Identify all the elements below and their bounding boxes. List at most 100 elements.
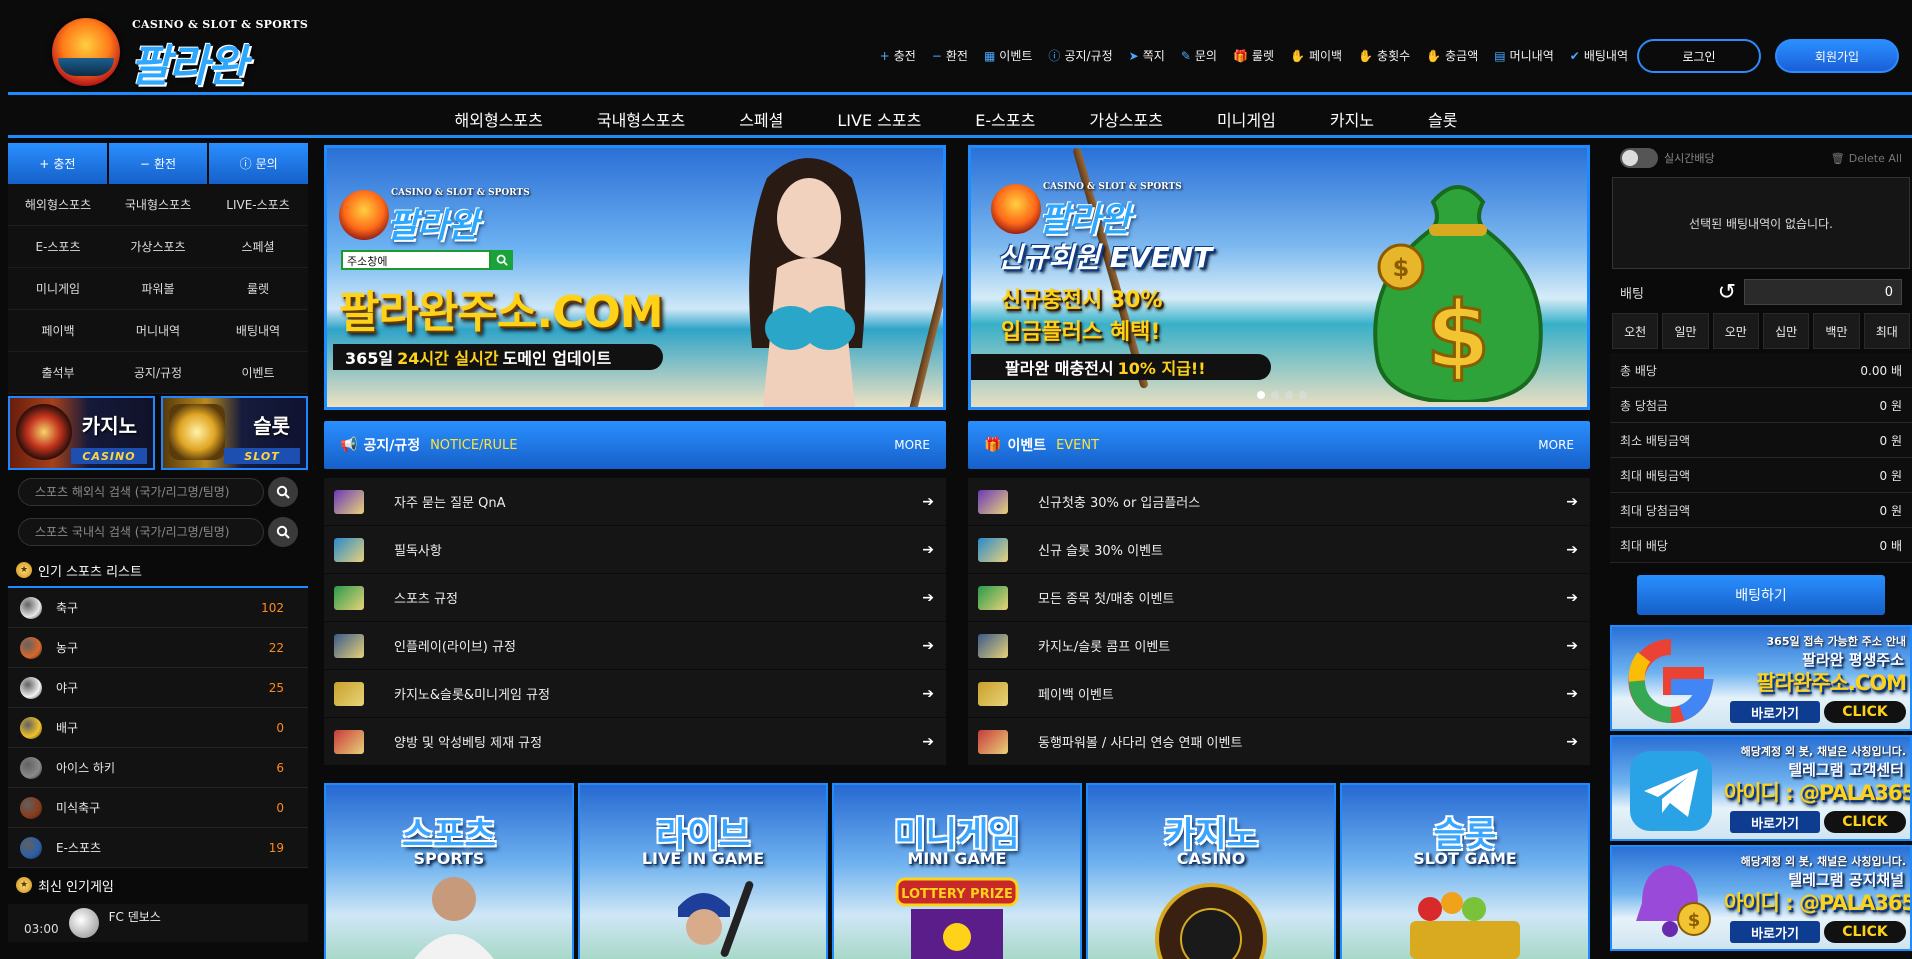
new-member-event-banner[interactable]: CASINO & SLOT & SPORTS 팔라완 신규회원 EVENT 신규…: [968, 145, 1590, 410]
promo-click-button[interactable]: CLICK: [1824, 921, 1906, 943]
quick-button[interactable]: − 환전: [108, 143, 208, 184]
carousel-dots[interactable]: [1257, 391, 1307, 399]
notice-row[interactable]: 인플레이(라이브) 규정 ➔: [324, 622, 946, 670]
reset-icon[interactable]: ↺: [1718, 280, 1736, 305]
top-nav-item[interactable]: ✋ 페이백: [1290, 47, 1342, 64]
top-nav-item[interactable]: ▤ 머니내역: [1494, 47, 1554, 64]
category-tile[interactable]: LOTTERY PRIZE 미니게임 MINI GAME: [832, 783, 1082, 959]
realtime-odds-toggle[interactable]: [1620, 148, 1658, 168]
bet-chip-button[interactable]: 백만: [1813, 313, 1860, 349]
side-menu-item[interactable]: 배팅내역: [208, 310, 308, 352]
event-row[interactable]: 페이백 이벤트 ➔: [968, 670, 1590, 718]
side-menu-item[interactable]: 국내형스포츠: [108, 184, 208, 226]
notice-row[interactable]: 카지노&슬롯&미니게임 규정 ➔: [324, 670, 946, 718]
bet-chip-button[interactable]: 오만: [1712, 313, 1759, 349]
promo-go-button[interactable]: 바로가기: [1730, 921, 1820, 943]
top-nav-item[interactable]: ✎ 문의: [1181, 47, 1217, 64]
side-menu-item[interactable]: E-스포츠: [8, 226, 108, 268]
event-row[interactable]: 신규 슬롯 30% 이벤트 ➔: [968, 526, 1590, 574]
promo-go-button[interactable]: 바로가기: [1730, 701, 1820, 723]
main-nav-item[interactable]: 카지노: [1303, 95, 1401, 135]
side-menu-item[interactable]: 페이백: [8, 310, 108, 352]
overseas-search-input[interactable]: [18, 478, 264, 506]
sport-list-item[interactable]: 축구 102: [8, 588, 308, 628]
category-tile[interactable]: 스포츠 SPORTS: [324, 783, 574, 959]
top-nav-item[interactable]: ➤ 쪽지: [1129, 47, 1165, 64]
notice-row[interactable]: 양방 및 악성베팅 제재 규정 ➔: [324, 718, 946, 766]
sport-list-item[interactable]: 미식축구 0: [8, 788, 308, 828]
promo-banner[interactable]: $ 해당계정 외 봇, 채널은 사칭입니다. 텔레그램 공지채널 아이디 : @PAL…: [1610, 845, 1912, 951]
promo-click-button[interactable]: CLICK: [1824, 811, 1906, 833]
sport-list-item[interactable]: 야구 25: [8, 668, 308, 708]
main-nav-item[interactable]: E-스포츠: [948, 95, 1062, 135]
notice-more-link[interactable]: MORE: [894, 438, 930, 452]
recent-game-row[interactable]: 03:00 FC 덴보스: [8, 904, 308, 942]
top-nav-item[interactable]: ✋ 충금액: [1426, 47, 1478, 64]
domestic-search-input[interactable]: [18, 518, 264, 546]
side-menu-item[interactable]: 가상스포츠: [108, 226, 208, 268]
side-menu-item[interactable]: 출석부: [8, 352, 108, 394]
main-nav-item[interactable]: 미니게임: [1190, 95, 1303, 135]
main-nav-item[interactable]: 해외형스포츠: [428, 95, 570, 135]
main-nav-item[interactable]: 슬롯: [1401, 95, 1484, 135]
domestic-search-button[interactable]: [268, 517, 298, 547]
casino-card[interactable]: 카지노 CASINO: [8, 396, 155, 470]
notice-row[interactable]: 필독사항 ➔: [324, 526, 946, 574]
event-row[interactable]: 카지노/슬롯 콤프 이벤트 ➔: [968, 622, 1590, 670]
top-nav-item[interactable]: ⓘ 공지/규정: [1048, 47, 1112, 64]
side-menu-item[interactable]: 공지/규정: [108, 352, 208, 394]
category-tile[interactable]: 카지노 CASINO: [1086, 783, 1336, 959]
event-row[interactable]: 신규첫충 30% or 입금플러스 ➔: [968, 478, 1590, 526]
promo-click-button[interactable]: CLICK: [1824, 701, 1906, 723]
site-logo[interactable]: CASINO & SLOT & SPORTS 팔라완: [52, 16, 308, 92]
carousel-dot[interactable]: [1285, 391, 1293, 399]
bet-chip-button[interactable]: 일만: [1662, 313, 1709, 349]
side-menu-item[interactable]: 이벤트: [208, 352, 308, 394]
main-nav-item[interactable]: 국내형스포츠: [570, 95, 712, 135]
top-nav-item[interactable]: ✋ 충횟수: [1358, 47, 1410, 64]
main-nav-item[interactable]: 스페셜: [712, 95, 810, 135]
side-menu-item[interactable]: 파워볼: [108, 268, 208, 310]
login-button[interactable]: 로그인: [1637, 39, 1761, 73]
top-nav-item[interactable]: ✔ 배팅내역: [1570, 47, 1628, 64]
place-bet-button[interactable]: 배팅하기: [1637, 575, 1885, 615]
carousel-dot[interactable]: [1257, 391, 1265, 399]
top-nav-item[interactable]: + 충전: [880, 47, 916, 64]
event-row[interactable]: 동행파워볼 / 사다리 연승 연패 이벤트 ➔: [968, 718, 1590, 766]
bet-chip-button[interactable]: 십만: [1762, 313, 1810, 349]
carousel-dot[interactable]: [1271, 391, 1279, 399]
carousel-dot[interactable]: [1299, 391, 1307, 399]
top-nav-item[interactable]: ▦ 이벤트: [984, 47, 1032, 64]
bet-chip-button[interactable]: 최대: [1863, 313, 1910, 349]
join-button[interactable]: 회원가입: [1775, 39, 1899, 73]
side-menu-item[interactable]: 스페셜: [208, 226, 308, 268]
quick-button[interactable]: + 충전: [8, 143, 107, 184]
sport-list-item[interactable]: E-스포츠 19: [8, 828, 308, 868]
promo-go-button[interactable]: 바로가기: [1730, 811, 1820, 833]
delete-all-button[interactable]: 🗑 Delete All: [1831, 152, 1902, 165]
notice-row[interactable]: 스포츠 규정 ➔: [324, 574, 946, 622]
sport-list-item[interactable]: 농구 22: [8, 628, 308, 668]
side-menu-item[interactable]: 미니게임: [8, 268, 108, 310]
event-more-link[interactable]: MORE: [1538, 438, 1574, 452]
side-menu-item[interactable]: LIVE-스포츠: [208, 184, 308, 226]
slot-card[interactable]: 슬롯 SLOT: [161, 396, 308, 470]
side-menu-item[interactable]: 해외형스포츠: [8, 184, 108, 226]
notice-row[interactable]: 자주 묻는 질문 QnA ➔: [324, 478, 946, 526]
top-nav-item[interactable]: − 환전: [932, 47, 968, 64]
bet-chip-button[interactable]: 오천: [1612, 313, 1659, 349]
domain-banner[interactable]: CASINO & SLOT & SPORTS 팔라완 주소창에 팔라완주소.CO…: [324, 145, 946, 410]
overseas-search-button[interactable]: [268, 477, 298, 507]
sport-list-item[interactable]: 아이스 하키 6: [8, 748, 308, 788]
main-nav-item[interactable]: LIVE 스포츠: [810, 95, 948, 135]
category-tile[interactable]: 슬롯 SLOT GAME: [1340, 783, 1590, 959]
promo-banner[interactable]: 365일 접속 가능한 주소 안내 팔라완 평생주소 팔라완주소.COM 바로가기 CL…: [1610, 625, 1912, 731]
event-row[interactable]: 모든 종목 첫/매충 이벤트 ➔: [968, 574, 1590, 622]
top-nav-item[interactable]: 🎁 룰렛: [1233, 47, 1274, 64]
side-menu-item[interactable]: 머니내역: [108, 310, 208, 352]
sport-list-item[interactable]: 배구 0: [8, 708, 308, 748]
side-menu-item[interactable]: 룰렛: [208, 268, 308, 310]
bet-amount-input[interactable]: [1744, 279, 1902, 305]
quick-button[interactable]: ⓘ 문의: [209, 143, 309, 184]
promo-banner[interactable]: 해당계정 외 봇, 채널은 사칭입니다. 텔레그램 고객센터 아이디 : @PALA…: [1610, 735, 1912, 841]
